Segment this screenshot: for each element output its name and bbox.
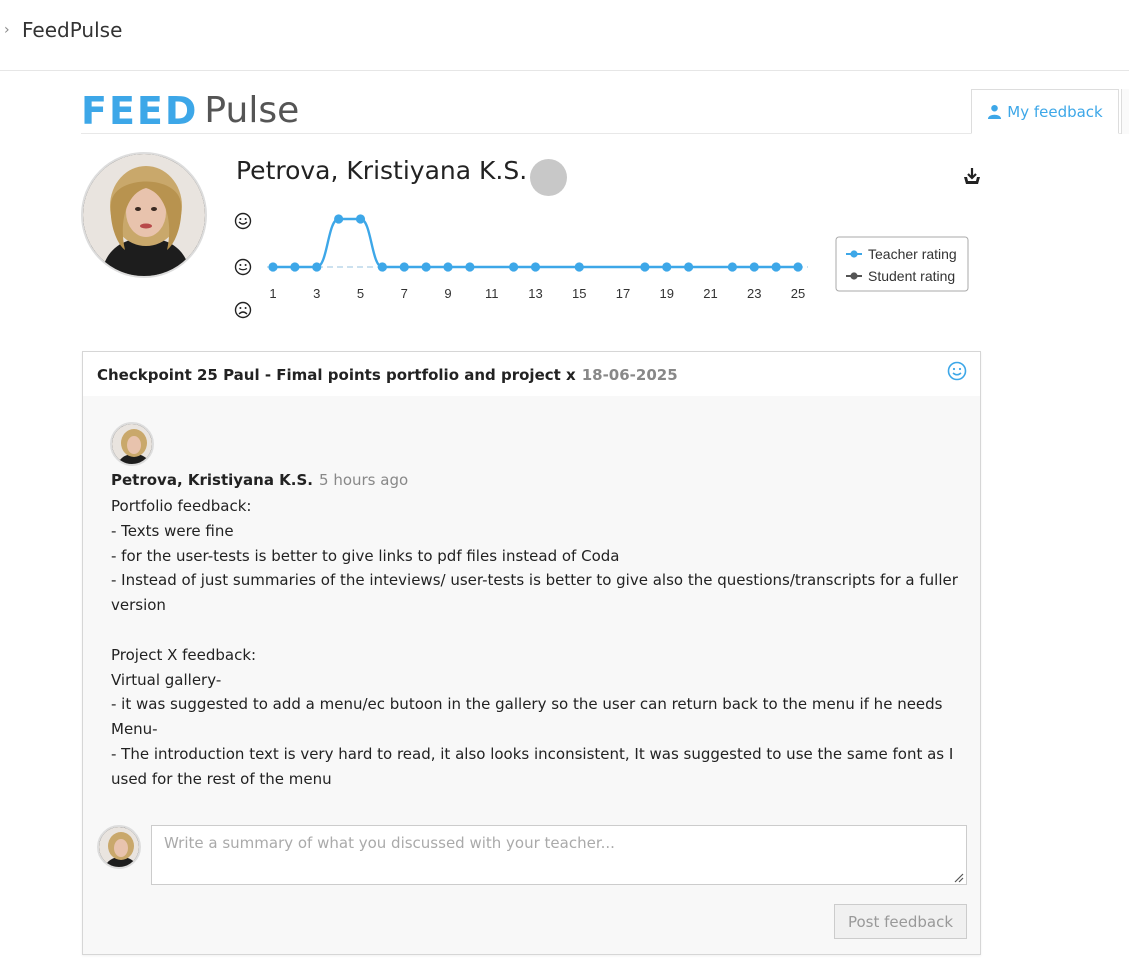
teacher-rating-point [312,262,322,272]
x-tick-label: 1 [269,286,276,301]
legend-label: Teacher rating [868,246,957,262]
message-time: 5 hours ago [319,471,409,489]
legend-label: Student rating [868,268,955,284]
message-author-row: Petrova, Kristiyana K.S. 5 hours ago [111,471,408,489]
message-line: - Texts were fine [111,521,234,540]
message-line [111,618,961,643]
x-tick-label: 3 [313,286,320,301]
top-bar: › FeedPulse [0,0,1129,71]
teacher-rating-point [727,262,737,272]
sad-face-icon [234,301,252,319]
legend-swatch-point [850,272,858,280]
x-tick-label: 13 [528,286,542,301]
x-tick-label: 9 [444,286,451,301]
message-author: Petrova, Kristiyana K.S. [111,471,314,489]
status-indicator [530,159,567,196]
x-tick-label: 25 [791,286,805,301]
feedpulse-logo: FEED Pulse [81,90,299,132]
profile-avatar [81,152,207,278]
logo-pulse-text: Pulse [204,90,300,131]
message-line: - for the user-tests is better to give l… [111,546,620,565]
teacher-rating-point [509,262,519,272]
x-tick-label: 17 [616,286,630,301]
teacher-rating-point [399,262,409,272]
teacher-rating-point [574,262,584,272]
reply-avatar [97,825,141,869]
teacher-rating-point [421,262,431,272]
message-line: - Instead of just summaries of the intev… [111,571,958,615]
x-tick-label: 19 [660,286,674,301]
checkpoint-date: 18-06-2025 [581,366,678,384]
teacher-rating-point [530,262,541,272]
message-line: Project X feedback: [111,645,257,664]
teacher-rating-point [662,262,672,272]
tab-my-feedback-label: My feedback [1007,102,1103,121]
author-avatar [110,422,154,466]
smile-icon [947,361,967,381]
tab-edge[interactable] [1121,89,1129,134]
message-body: Portfolio feedback: - Texts were fine - fo… [111,494,961,792]
checkpoint-header[interactable]: Checkpoint 25 Paul - Fimal points portfo… [83,352,980,396]
teacher-rating-point [771,262,781,272]
teacher-rating-point [377,262,387,272]
teacher-rating-point [749,262,759,272]
x-tick-label: 21 [703,286,717,301]
message-line: - The introduction text is very hard to … [111,744,954,788]
x-tick-label: 23 [747,286,761,301]
x-tick-label: 5 [357,286,364,301]
neutral-face-icon [234,258,252,276]
logo-feed-text: FEED [81,89,199,133]
tab-my-feedback[interactable]: My feedback [971,89,1119,134]
rating-chart: 1 3 5 7 9 11 13 15 17 19 21 23 25Teacher ratingStude… [234,212,969,319]
teacher-rating-point [290,262,300,272]
teacher-rating-point [443,262,453,272]
teacher-rating-point [355,214,366,224]
post-feedback-button[interactable]: Post feedback [834,904,967,939]
chevron-right-icon[interactable]: › [4,22,10,38]
message-line: Portfolio feedback: [111,497,252,515]
user-icon [988,104,1002,119]
message-line: Menu- [111,720,158,739]
download-icon[interactable] [962,166,982,186]
teacher-rating-point [268,262,278,272]
happy-face-icon [234,212,252,230]
checkpoint-card: Checkpoint 25 Paul - Fimal points portfo… [82,351,981,955]
checkpoint-title-row: Checkpoint 25 Paul - Fimal points portfo… [97,366,678,384]
checkpoint-title: Checkpoint 25 Paul - Fimal points portfo… [97,366,576,384]
summary-textarea[interactable] [151,825,967,885]
message-line: Virtual gallery- [111,670,222,689]
teacher-rating-point [793,262,803,272]
message-line: - it was suggested to add a menu/ec buto… [111,695,943,714]
x-tick-label: 11 [485,286,499,301]
x-tick-label: 15 [572,286,586,301]
legend-swatch-point [850,250,858,258]
app-title: FeedPulse [22,18,123,42]
x-tick-label: 7 [401,286,408,301]
teacher-rating-point [334,214,344,224]
profile-name: Petrova, Kristiyana K.S. [236,156,528,185]
teacher-rating-point [465,262,475,272]
teacher-rating-point [640,262,650,272]
teacher-rating-line [273,217,798,269]
teacher-rating-point [684,262,694,272]
